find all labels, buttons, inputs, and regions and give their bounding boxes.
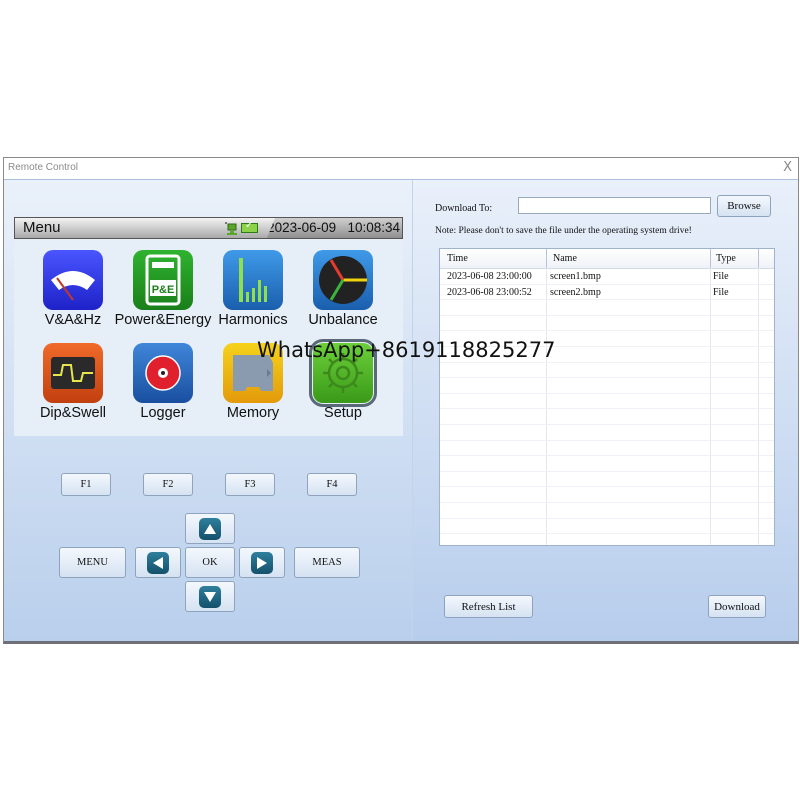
download-path-input[interactable] — [518, 197, 711, 214]
app-memory[interactable]: Memory — [208, 343, 298, 433]
remote-control-window: Remote Control X Menu 2023-06-09 10:08:3… — [3, 157, 799, 644]
up-button[interactable] — [185, 513, 235, 544]
device-menubar: Menu 2023-06-09 10:08:34 — [14, 217, 403, 239]
cell-time: 2023-06-08 23:00:52 — [447, 286, 532, 298]
window-title: Remote Control — [8, 162, 79, 173]
download-to-label: Download To: — [435, 203, 493, 214]
ok-button[interactable]: OK — [185, 547, 235, 578]
meter-gauge-icon — [43, 250, 103, 310]
app-dip-swell[interactable]: Dip&Swell — [28, 343, 118, 433]
app-setup[interactable]: Setup — [298, 339, 388, 433]
file-list-table: Time Name Type 2023-06-08 23:00:00 scree… — [439, 248, 775, 546]
column-header-time[interactable]: Time — [447, 253, 468, 264]
cell-name: screen1.bmp — [550, 271, 601, 282]
phasor-diagram-icon — [313, 250, 373, 310]
f3-button[interactable]: F3 — [225, 473, 275, 496]
column-header-type[interactable]: Type — [716, 253, 736, 264]
close-icon[interactable]: X — [783, 160, 792, 175]
right-button[interactable] — [239, 547, 285, 578]
left-button[interactable] — [135, 547, 181, 578]
menu-button[interactable]: MENU — [59, 547, 126, 578]
download-button[interactable]: Download — [708, 595, 766, 618]
network-icon — [225, 222, 237, 235]
datetime-box: 2023-06-09 10:08:34 — [267, 218, 402, 238]
download-note: Note: Please don't to save the file unde… — [435, 226, 692, 236]
arrow-right-icon — [251, 551, 273, 574]
meas-button[interactable]: MEAS — [294, 547, 360, 578]
device-date: 2023-06-09 — [267, 220, 337, 235]
cell-type: File — [713, 271, 729, 282]
arrow-up-icon — [199, 517, 221, 540]
device-panel: Menu 2023-06-09 10:08:34 V&A&Hz — [4, 180, 413, 641]
p-e-badge: P&E — [152, 284, 175, 296]
sd-card-icon — [223, 343, 283, 403]
app-unbalance[interactable]: Unbalance — [298, 250, 388, 340]
table-row[interactable]: 2023-06-08 23:00:00 screen1.bmp File — [440, 269, 774, 285]
harmonics-bars-icon — [223, 250, 283, 310]
gear-icon — [309, 339, 377, 407]
device-screen: Menu 2023-06-09 10:08:34 V&A&Hz — [14, 217, 403, 436]
waveform-icon — [43, 343, 103, 403]
app-power-energy[interactable]: P&E Power&Energy — [115, 250, 211, 340]
cell-time: 2023-06-08 23:00:00 — [447, 271, 532, 282]
app-v-a-hz[interactable]: V&A&Hz — [28, 250, 118, 340]
app-label: Unbalance — [308, 312, 378, 328]
f4-button[interactable]: F4 — [307, 473, 357, 496]
app-logger[interactable]: Logger — [118, 343, 208, 433]
table-row[interactable]: 2023-06-08 23:00:52 screen2.bmp File — [440, 285, 774, 301]
refresh-list-button[interactable]: Refresh List — [444, 595, 533, 618]
arrow-left-icon — [147, 551, 169, 574]
arrow-down-icon — [199, 585, 221, 608]
table-header: Time Name Type — [440, 249, 774, 269]
cell-name: screen2.bmp — [550, 286, 601, 298]
app-harmonics[interactable]: Harmonics — [208, 250, 298, 340]
cell-type: File — [713, 286, 729, 298]
battery-ok-icon — [241, 220, 258, 233]
download-panel: Download To: Browse Note: Please don't t… — [413, 180, 798, 641]
menubar-title: Menu — [23, 219, 61, 236]
column-header-name[interactable]: Name — [553, 253, 577, 264]
app-label: Setup — [324, 405, 362, 421]
title-bar: Remote Control X — [4, 158, 798, 180]
down-button[interactable] — [185, 581, 235, 612]
f2-button[interactable]: F2 — [143, 473, 193, 496]
device-time: 10:08:34 — [347, 220, 400, 235]
record-disc-icon — [133, 343, 193, 403]
f1-button[interactable]: F1 — [61, 473, 111, 496]
browse-button[interactable]: Browse — [717, 195, 771, 217]
power-energy-meter-icon: P&E — [133, 250, 193, 310]
